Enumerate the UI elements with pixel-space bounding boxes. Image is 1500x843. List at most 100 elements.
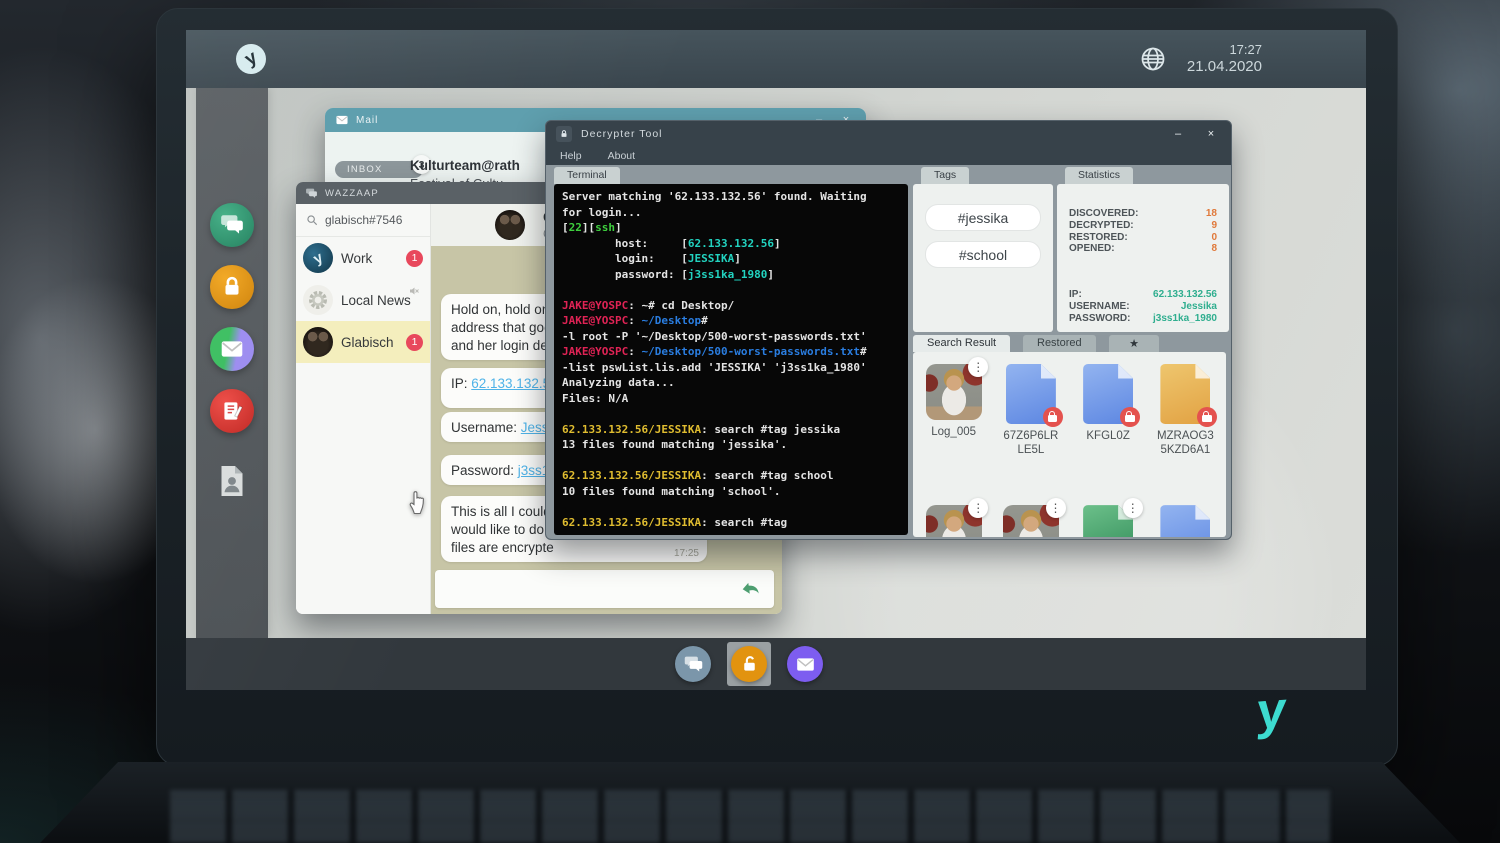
terminal-line (562, 282, 900, 298)
gear-icon (306, 288, 330, 312)
message-input[interactable] (435, 570, 774, 608)
dock-item-mail[interactable] (210, 327, 254, 371)
file-menu-button[interactable]: ⋮ (1123, 498, 1143, 518)
envelope-icon (219, 336, 245, 362)
file-menu-button[interactable]: ⋮ (968, 498, 988, 518)
menu-help[interactable]: Help (560, 150, 582, 162)
chat-list-item-glabisch[interactable]: Glabisch1 (296, 321, 430, 363)
stat-row: DECRYPTED:9 (1057, 220, 1229, 232)
file-item[interactable]: ⋮Log_005 (915, 364, 992, 457)
taskbar-item-decrypter[interactable] (727, 642, 771, 686)
avatar-y-logo: y (303, 243, 333, 273)
stat-value: 18 (1206, 208, 1217, 220)
terminal-line: Server matching '62.133.132.56' found. W… (562, 189, 900, 205)
laptop-base (40, 762, 1460, 843)
hand-cursor-icon (405, 487, 429, 515)
stat-value: 0 (1211, 232, 1217, 244)
ip-link[interactable]: 62.133.132.5 (471, 376, 550, 391)
dock-item-profile[interactable] (210, 459, 254, 503)
terminal-line (562, 406, 900, 422)
tab-terminal[interactable]: Terminal (554, 167, 620, 184)
stat-value: Jessika (1181, 301, 1217, 313)
tag-pill[interactable]: #school (925, 241, 1041, 268)
decrypter-titlebar[interactable]: Decrypter Tool – × (546, 121, 1231, 147)
dock-item-notes[interactable] (210, 389, 254, 433)
file-item[interactable]: ⋮ (915, 505, 992, 537)
stat-value: 8 (1211, 243, 1217, 255)
terminal-line (562, 453, 900, 469)
stat-value: 62.133.132.56 (1153, 289, 1217, 301)
os-menu-button[interactable]: y (236, 44, 266, 74)
terminal-line: Analyzing data... (562, 375, 900, 391)
tab-restored[interactable]: Restored (1023, 335, 1096, 352)
terminal-output[interactable]: Server matching '62.133.132.56' found. W… (554, 184, 908, 535)
clock-time: 17:27 (1187, 42, 1262, 58)
chat-sidebar: glabisch#7546 yWork1Local NewsGlabisch1 (296, 204, 431, 614)
decrypter-menubar: Help About (546, 147, 1231, 165)
file-item[interactable]: MZRAOG3 5KZD6A1 (1147, 364, 1224, 457)
email-sender[interactable]: Kulturteam@rath (410, 158, 520, 173)
file-item[interactable]: ⋮ (992, 505, 1069, 537)
chat-search-input[interactable]: glabisch#7546 (296, 204, 430, 237)
chat-bubbles-icon (305, 187, 318, 200)
window-title: Decrypter Tool (581, 128, 1155, 140)
chat-list-item-local-news[interactable]: Local News (296, 279, 430, 321)
message-text: IP: (451, 376, 471, 391)
minimize-button[interactable]: – (1168, 129, 1188, 140)
laptop-keyboard (170, 790, 1330, 843)
file-item[interactable]: KFGL0Z (1070, 364, 1147, 457)
files-panel: ⋮Log_00567Z6P6LR LE5LKFGL0ZMZRAOG3 5KZD6… (913, 352, 1226, 537)
chat-bubbles-icon (219, 212, 245, 238)
terminal-line: password: [j3ss1ka_1980] (562, 267, 900, 283)
file-icon-wrap (1083, 364, 1133, 424)
chat-name: Local News (341, 293, 411, 308)
stat-row: DISCOVERED:18 (1057, 208, 1229, 220)
close-button[interactable]: × (1201, 129, 1221, 140)
file-item[interactable] (1147, 505, 1224, 537)
terminal-line: -l root -P '~/Desktop/500-worst-password… (562, 329, 900, 345)
network-button[interactable] (1139, 45, 1167, 73)
chat-list-item-work[interactable]: yWork1 (296, 237, 430, 279)
tab-search-result[interactable]: Search Result (913, 335, 1010, 352)
padlock-open-icon (739, 654, 760, 675)
muted-icon (408, 284, 420, 296)
file-item[interactable]: ⋮ (1070, 505, 1147, 537)
tag-pill[interactable]: #jessika (925, 204, 1041, 231)
tab-favorites[interactable]: ★ (1109, 335, 1159, 352)
screen: y 17:27 21.04.2020 Mail – × INBOX 3 (186, 30, 1366, 690)
file-menu-button[interactable]: ⋮ (1046, 498, 1066, 518)
folded-corner (1195, 364, 1210, 379)
taskbar-icons (671, 642, 827, 686)
file-icon (1160, 505, 1210, 537)
notebook-icon (219, 398, 245, 424)
y-logo: y (241, 47, 261, 71)
folded-corner (1195, 505, 1210, 520)
tab-tags[interactable]: Tags (921, 167, 969, 184)
chat-name: Work (341, 251, 372, 266)
mouse-cursor (405, 487, 429, 515)
taskbar-icon-circle (787, 646, 823, 682)
dock-item-decrypter[interactable] (210, 265, 254, 309)
muted-icon (408, 285, 420, 297)
search-icon (305, 213, 319, 227)
file-item[interactable]: 67Z6P6LR LE5L (992, 364, 1069, 457)
terminal-line: 13 files found matching 'jessika'. (562, 437, 900, 453)
search-value: glabisch#7546 (325, 213, 402, 227)
dock-item-wazzaap[interactable] (210, 203, 254, 247)
file-menu-button[interactable]: ⋮ (968, 357, 988, 377)
star-icon: ★ (1129, 338, 1139, 350)
reply-icon[interactable] (739, 577, 764, 602)
file-icon-wrap (1160, 505, 1210, 537)
terminal-line: login: [JESSIKA] (562, 251, 900, 267)
menu-about[interactable]: About (608, 150, 635, 162)
taskbar-item-mail[interactable] (783, 642, 827, 686)
window-title: WAZZAAP (325, 188, 379, 199)
taskbar-item-wazzaap[interactable] (671, 642, 715, 686)
chat-bubbles-icon (683, 654, 704, 675)
stat-label: OPENED: (1069, 243, 1115, 255)
chat-name: Glabisch (341, 335, 394, 350)
terminal-line: 62.133.132.56/JESSIKA: search #tag (562, 515, 900, 531)
message-text: files are encrypte (451, 539, 697, 557)
terminal-line: -list pswList.lis.add 'JESSIKA' 'j3ss1ka… (562, 360, 900, 376)
tab-statistics[interactable]: Statistics (1065, 167, 1133, 184)
